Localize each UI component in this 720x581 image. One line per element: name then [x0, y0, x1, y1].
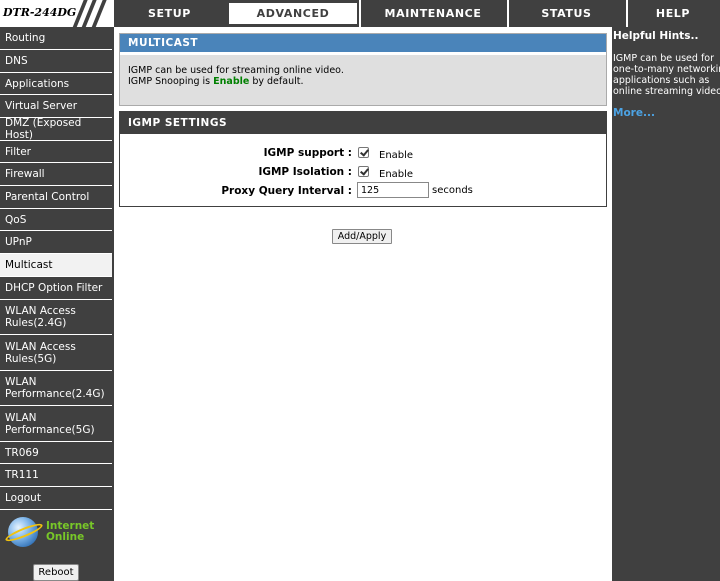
- top-nav-bar: DTR-244DG SETUP ADVANCED MAINTENANCE STA…: [0, 0, 720, 27]
- igmp-support-checkbox[interactable]: [358, 147, 369, 158]
- tab-maintenance[interactable]: MAINTENANCE: [359, 0, 507, 27]
- sidebar-item-dns[interactable]: DNS: [0, 50, 112, 73]
- tab-setup[interactable]: SETUP: [112, 0, 227, 27]
- internet-status: Internet Online: [46, 520, 95, 543]
- sidebar-item-firewall[interactable]: Firewall: [0, 163, 112, 186]
- sidebar-item-multicast[interactable]: Multicast: [0, 254, 112, 277]
- proxy-query-interval-input[interactable]: [357, 182, 429, 198]
- sidebar-item-wlan-access-rules-5g[interactable]: WLAN Access Rules(5G): [0, 335, 112, 371]
- tab-advanced[interactable]: ADVANCED: [227, 1, 359, 26]
- sidebar-item-filter[interactable]: Filter: [0, 141, 112, 163]
- logo-text: DTR-244DG: [3, 6, 77, 19]
- sidebar-item-tr111[interactable]: TR111: [0, 464, 112, 487]
- sidebar-item-wlan-performance-5g[interactable]: WLAN Performance(5G): [0, 406, 112, 442]
- hints-more-link[interactable]: More...: [613, 107, 655, 119]
- igmp-isolation-option: Enable: [379, 169, 414, 180]
- sidebar: Routing DNS Applications Virtual Server …: [0, 27, 112, 581]
- sidebar-item-tr069[interactable]: TR069: [0, 442, 112, 464]
- reboot-button[interactable]: Reboot: [33, 564, 79, 581]
- globe-icon: [3, 515, 45, 551]
- igmp-settings-title: IGMP SETTINGS: [120, 112, 606, 134]
- sidebar-item-wlan-access-rules-24g[interactable]: WLAN Access Rules(2.4G): [0, 300, 112, 335]
- tab-status[interactable]: STATUS: [507, 0, 626, 27]
- helpful-hints-panel: Helpful Hints.. IGMP can be used for one…: [612, 27, 720, 581]
- add-apply-button[interactable]: Add/Apply: [332, 229, 392, 244]
- hints-text: IGMP can be used for one-to-many network…: [613, 53, 720, 97]
- proxy-query-unit: seconds: [432, 185, 473, 196]
- hints-title: Helpful Hints..: [613, 30, 699, 42]
- sidebar-item-routing[interactable]: Routing: [0, 27, 112, 50]
- igmp-settings-box: IGMP SETTINGS IGMP support : Enable IGMP…: [119, 111, 607, 207]
- multicast-title: MULTICAST: [120, 34, 606, 55]
- igmp-support-option: Enable: [379, 150, 414, 161]
- sidebar-item-applications[interactable]: Applications: [0, 73, 112, 95]
- brand-logo: DTR-244DG: [0, 0, 112, 27]
- igmp-support-row: IGMP support : Enable: [120, 144, 608, 162]
- sidebar-item-virtual-server[interactable]: Virtual Server: [0, 95, 112, 118]
- sidebar-item-wlan-performance-24g[interactable]: WLAN Performance(2.4G): [0, 371, 112, 406]
- multicast-info-box: MULTICAST IGMP can be used for streaming…: [119, 33, 607, 106]
- igmp-isolation-checkbox[interactable]: [358, 166, 369, 177]
- proxy-query-row: Proxy Query Interval : seconds: [120, 182, 608, 200]
- sidebar-item-qos[interactable]: QoS: [0, 209, 112, 231]
- tab-help[interactable]: HELP: [626, 0, 720, 27]
- sidebar-item-upnp[interactable]: UPnP: [0, 231, 112, 254]
- proxy-query-label: Proxy Query Interval :: [221, 185, 352, 197]
- sidebar-item-logout[interactable]: Logout: [0, 487, 112, 510]
- igmp-support-label: IGMP support :: [263, 147, 352, 159]
- sidebar-item-dmz[interactable]: DMZ (Exposed Host): [0, 117, 112, 141]
- sidebar-item-dhcp-option-filter[interactable]: DHCP Option Filter: [0, 277, 112, 300]
- sidebar-item-parental-control[interactable]: Parental Control: [0, 186, 112, 209]
- igmp-isolation-label: IGMP Isolation :: [258, 166, 352, 178]
- igmp-isolation-row: IGMP Isolation : Enable: [120, 163, 608, 181]
- main-content: MULTICAST IGMP can be used for streaming…: [114, 27, 612, 581]
- multicast-description: IGMP can be used for streaming online vi…: [128, 65, 344, 87]
